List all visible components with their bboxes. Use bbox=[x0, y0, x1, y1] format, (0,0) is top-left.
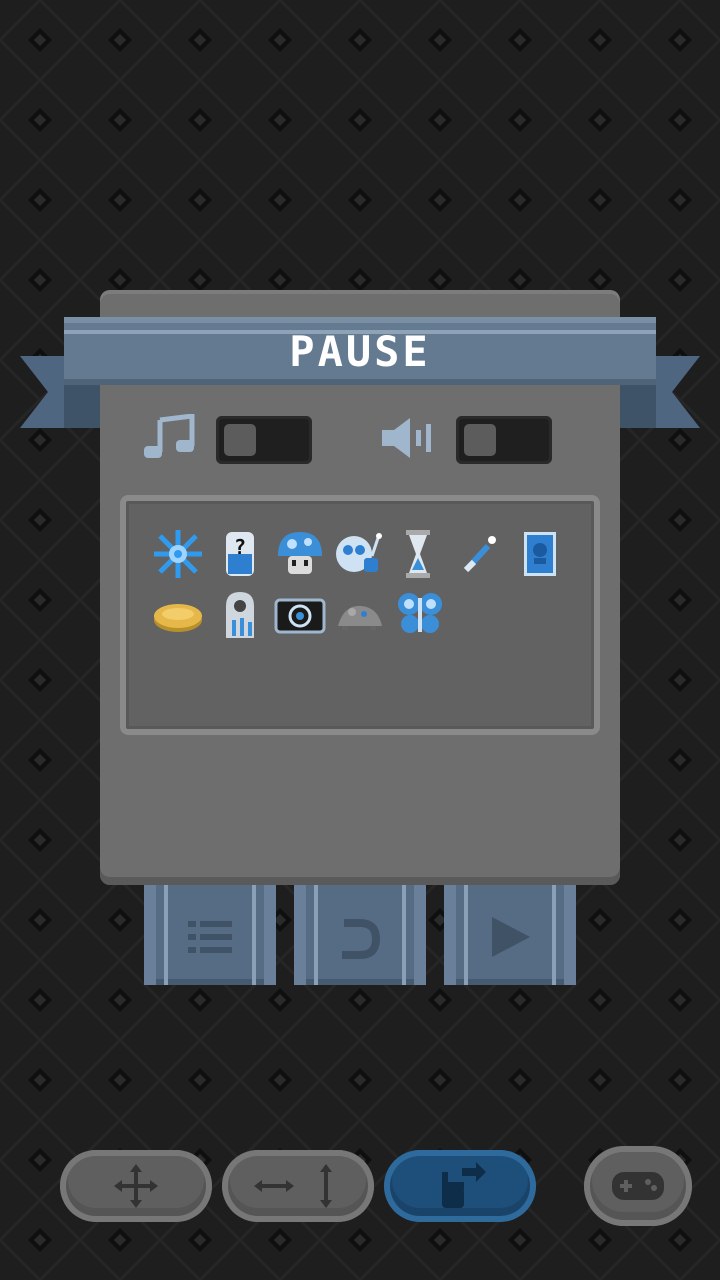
pause-title: PAUSE bbox=[289, 326, 431, 376]
arrows-split-icon bbox=[254, 1164, 332, 1208]
hourglass-icon[interactable] bbox=[392, 528, 444, 580]
tab-stripe bbox=[252, 885, 256, 985]
restart-icon bbox=[342, 919, 381, 959]
tab-stripe bbox=[402, 885, 406, 985]
touch-hand-icon bbox=[442, 1162, 486, 1208]
play-icon bbox=[492, 917, 530, 957]
music-note-icon bbox=[144, 414, 195, 458]
dpad-icon bbox=[114, 1164, 158, 1208]
tab-stripe bbox=[314, 885, 318, 985]
gamepad-icon bbox=[612, 1172, 664, 1200]
restart-button[interactable] bbox=[294, 885, 426, 985]
gamepad-mode-button[interactable] bbox=[584, 1146, 692, 1226]
dpad-mode-button[interactable] bbox=[60, 1150, 212, 1222]
blue-card-icon[interactable] bbox=[514, 528, 566, 580]
tab-stripe bbox=[164, 885, 168, 985]
blue-mushroom-icon[interactable] bbox=[274, 528, 326, 580]
gold-coin-icon[interactable] bbox=[152, 590, 204, 642]
tab-stripe bbox=[552, 885, 556, 985]
butterfly-icon[interactable] bbox=[394, 588, 446, 640]
music-toggle-knob bbox=[224, 424, 256, 456]
ghost-bomb-icon[interactable] bbox=[332, 526, 384, 578]
touch-mode-button[interactable] bbox=[384, 1150, 536, 1222]
eye-camera-icon[interactable] bbox=[274, 590, 326, 642]
reaper-ghost-icon[interactable] bbox=[214, 588, 266, 640]
music-toggle[interactable] bbox=[216, 416, 312, 464]
speaker-icon bbox=[382, 418, 431, 458]
grey-mouse-icon[interactable] bbox=[334, 590, 386, 642]
resume-button[interactable] bbox=[444, 885, 576, 985]
list-icon bbox=[188, 921, 232, 953]
tab-stripe bbox=[464, 885, 468, 985]
split-mode-button[interactable] bbox=[222, 1150, 374, 1222]
magic-wand-icon[interactable] bbox=[454, 528, 506, 580]
sound-toggle-knob bbox=[464, 424, 496, 456]
svg-text:?: ? bbox=[234, 535, 246, 559]
sound-toggle[interactable] bbox=[456, 416, 552, 464]
mystery-potion-icon[interactable]: ? bbox=[214, 528, 266, 580]
ice-crystal-icon[interactable] bbox=[152, 528, 204, 580]
menu-button[interactable] bbox=[144, 885, 276, 985]
